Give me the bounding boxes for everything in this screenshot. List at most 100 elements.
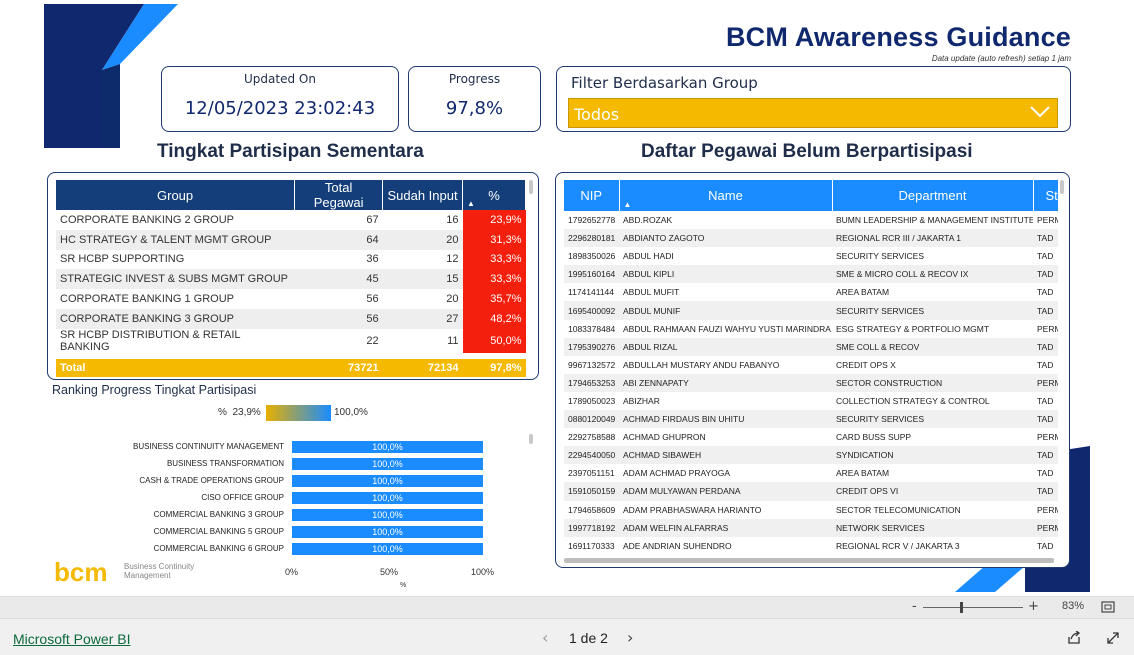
employees-scrollbar-vertical[interactable] [1060, 180, 1064, 194]
fullscreen-icon[interactable] [1106, 631, 1120, 645]
table-row[interactable]: 1898350026 ABDUL HADI SECURITY SERVICES TAD [564, 247, 1058, 265]
cell-nip: 1591050159 [564, 482, 619, 501]
table-row[interactable]: CORPORATE BANKING 1 GROUP 56 20 35,7% [56, 289, 526, 309]
table-row[interactable]: STRATEGIC INVEST & SUBS MGMT GROUP 45 15 33… [56, 269, 526, 290]
cell-pct: 33,3% [462, 269, 526, 290]
table-row[interactable]: 1795390276 ABDUL RIZAL SME COLL & RECOV TAD [564, 337, 1058, 356]
cell-group: HC STRATEGY & TALENT MGMT GROUP [56, 229, 295, 250]
ranking-scrollbar[interactable] [529, 434, 533, 444]
prev-page-button[interactable]: ‹ [542, 628, 548, 647]
table-row[interactable]: 2294540050 ACHMAD SIBAWEH SYNDICATION TAD [564, 446, 1058, 465]
bar[interactable]: 100,0% [292, 458, 483, 470]
bar[interactable]: 100,0% [292, 441, 483, 453]
col-sudah-input[interactable]: Sudah Input [382, 180, 464, 210]
cell-nip: 2292758588 [568, 432, 616, 443]
cell-status: TAD [1037, 540, 1054, 551]
logo-text: bcm [54, 560, 107, 586]
cell-department: SYNDICATION [832, 446, 1033, 465]
table-row[interactable]: 1794658609 ADAM PRABHASWARA HARIANTO SECTO… [564, 501, 1058, 519]
table-row[interactable]: 2292758588 ACHMAD GHUPRON CARD BUSS SUPP PE… [564, 428, 1058, 446]
table-row[interactable]: 1691170333 ADE ANDRIAN SUHENDRO REGIONAL R… [564, 537, 1058, 555]
table-row[interactable]: HC STRATEGY & TALENT MGMT GROUP 64 20 31,3% [56, 229, 526, 250]
table-row[interactable]: 1695400092 ABDUL MUNIF SECURITY SERVICES TA… [564, 301, 1058, 320]
cell-name: ABDUL RAHMAAN FAUZI WAHYU YUSTI MARINDRA [623, 323, 831, 334]
cell-status: PERM [1037, 504, 1058, 515]
progress-label: Progress [448, 72, 501, 86]
bcm-logo: bcm Business Continuity Management [54, 557, 194, 590]
table-row[interactable]: 1792652778 ABD.ROZAK BUMN LEADERSHIP & MAN… [564, 211, 1058, 229]
table-row[interactable]: 9967132572 ABDULLAH MUSTARY ANDU FABANYO C… [564, 356, 1058, 374]
legend: % 23,9% [218, 407, 261, 418]
power-bi-link[interactable]: Microsoft Power BI [13, 631, 130, 647]
employees-scrollbar-horizontal[interactable] [564, 558, 1054, 563]
cell-total: 56 [294, 308, 383, 329]
zoom-in-button[interactable]: + [1028, 599, 1039, 614]
share-icon[interactable] [1067, 631, 1082, 645]
table-row[interactable]: 1997718192 ADAM WELFIN ALFARRAS NETWORK SE… [564, 518, 1058, 537]
table-row[interactable]: 1789050023 ABIZHAR COLLECTION STRATEGY & C… [564, 392, 1058, 410]
next-page-button[interactable]: › [627, 628, 633, 647]
bcm-logo-mark: bcm [54, 557, 107, 587]
table-row[interactable]: CORPORATE BANKING 2 GROUP 67 16 23,9% [56, 210, 526, 230]
col-percent[interactable]: % ▲ [462, 180, 526, 210]
sort-ascending-icon: ▲ [467, 199, 475, 208]
col-nip[interactable]: NIP [564, 180, 620, 211]
bar[interactable]: 100,0% [292, 509, 483, 521]
zoom-out-button[interactable]: - [912, 599, 917, 614]
cell-department: REGIONAL RCR III / JAKARTA 1 [832, 229, 1033, 248]
cell-pct: 35,7% [462, 289, 526, 309]
cell-department: CARD BUSS SUPP [836, 432, 912, 443]
table-row[interactable]: 0880120049 ACHMAD FIRDAUS BIN UHITU SECURI… [564, 410, 1058, 429]
bar[interactable]: 100,0% [292, 526, 483, 538]
corner-decoration-top-left [44, 4, 178, 148]
cell-department: CREDIT OPS X [836, 359, 896, 370]
cell-nip: 9967132572 [568, 359, 616, 370]
employees-title: Daftar Pegawai Belum Berpartisipasi [641, 141, 973, 162]
cell-status: TAD [1033, 337, 1058, 356]
col-name[interactable]: Name ▲ [619, 180, 833, 211]
cell-status: TAD [1037, 251, 1054, 262]
col-total-pegawai[interactable]: Total Pegawai [294, 180, 384, 210]
group-filter-dropdown[interactable]: Todos [568, 98, 1058, 128]
bar[interactable]: 100,0% [292, 475, 483, 487]
axis-tick-100: 100% [471, 567, 495, 577]
table-row[interactable]: 1794653253 ABI ZENNAPATY SECTOR CONSTRUCTI… [564, 373, 1058, 392]
chevron-down-icon[interactable] [1029, 105, 1051, 119]
table-row[interactable]: 2296280181 ABDIANTO ZAGOTO REGIONAL RCR II… [564, 229, 1058, 248]
zoom-slider-thumb[interactable] [960, 602, 963, 613]
table-row[interactable]: CORPORATE BANKING 3 GROUP 56 27 48,2% [56, 308, 526, 329]
col-department[interactable]: Department [832, 180, 1034, 211]
employees-table-viewport: NIP Name ▲ Department St 1792652778 ABD.RO… [564, 180, 1058, 555]
table-row[interactable]: 1591050159 ADAM MULYAWAN PERDANA CREDIT OP… [564, 482, 1058, 501]
bar-label: COMMERCIAL BANKING 5 GROUP [153, 527, 284, 536]
table-row[interactable]: 2397051151 ADAM ACHMAD PRAYOGA AREA BATAM T… [564, 464, 1058, 482]
table-row[interactable]: SR HCBP SUPPORTING 36 12 33,3% [56, 249, 526, 270]
cell-total: 22 [366, 334, 379, 347]
col-status[interactable]: St [1033, 180, 1058, 211]
bar-label: CISO OFFICE GROUP [201, 493, 284, 502]
fit-to-page-icon[interactable] [1101, 601, 1115, 613]
cell-nip: 1995160164 [564, 265, 619, 284]
participation-scrollbar[interactable] [529, 180, 533, 194]
table-row[interactable]: 1174141144 ABDUL MUFIT AREA BATAM TAD [564, 283, 1058, 301]
bar[interactable]: 100,0% [292, 543, 483, 555]
cell-name: ADE ANDRIAN SUHENDRO [623, 540, 732, 551]
cell-department: ESG STRATEGY & PORTFOLIO MGMT [836, 323, 990, 334]
cell-total: 45 [294, 269, 383, 290]
col-group[interactable]: Group [56, 180, 296, 210]
cell-name: ABDULLAH MUSTARY ANDU FABANYO [623, 359, 780, 370]
cell-group: SR HCBP DISTRIBUTION & RETAIL BANKING [60, 328, 241, 353]
zoom-slider[interactable] [923, 607, 1023, 608]
cell-group: STRATEGIC INVEST & SUBS MGMT GROUP [56, 269, 295, 290]
cell-nip: 0880120049 [564, 410, 619, 429]
table-row[interactable]: 1083378484 ABDUL RAHMAAN FAUZI WAHYU YUST… [564, 320, 1058, 338]
cell-name: ADAM PRABHASWARA HARIANTO [623, 504, 762, 515]
zoom-value: 83% [1061, 600, 1084, 612]
table-row[interactable]: SR HCBP DISTRIBUTION & RETAIL BANKING 22 1… [56, 328, 526, 353]
table-row[interactable]: 1995160164 ABDUL KIPLI SME & MICRO COLL & … [564, 265, 1058, 284]
bar-value-label: 100,0% [372, 476, 403, 486]
cell-status: TAD [1033, 229, 1058, 248]
cell-nip: 1083378484 [568, 323, 616, 334]
cell-group: CORPORATE BANKING 1 GROUP [60, 293, 234, 306]
bar[interactable]: 100,0% [292, 492, 483, 504]
